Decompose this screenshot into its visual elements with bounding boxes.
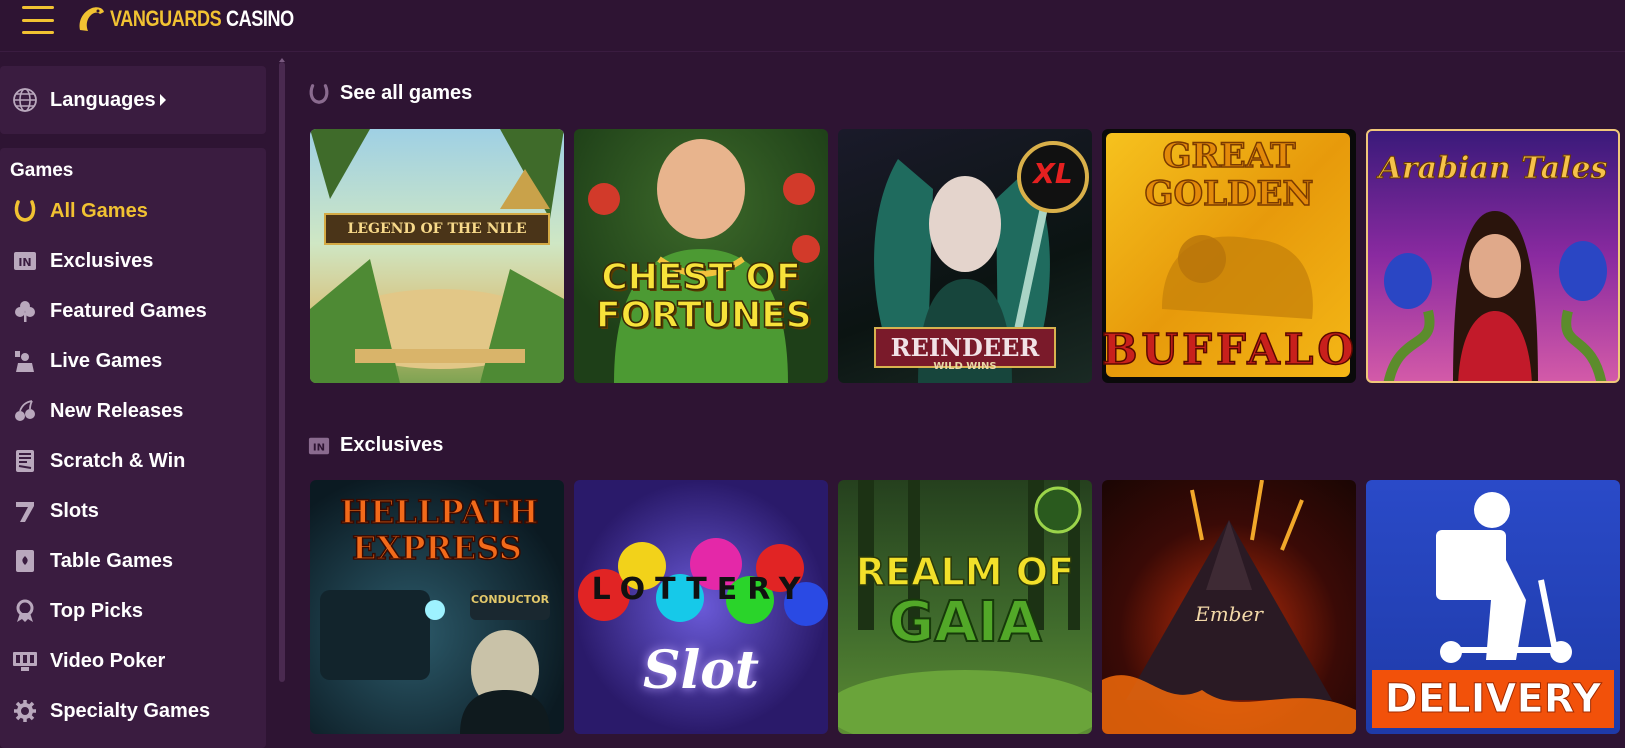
sidebar: Languages Games All Games IN Exclusives <box>0 64 268 748</box>
sidebar-item-slots[interactable]: Slots <box>0 486 266 536</box>
clover-icon <box>12 298 38 324</box>
game-tile-great-golden-buffalo[interactable]: GREAT GOLDEN BUFFALO <box>1102 129 1356 383</box>
in-badge-icon: IN <box>308 435 330 457</box>
game-tile-lottery-slot[interactable]: LOTTERY Slot <box>574 480 828 734</box>
sidebar-item-scratch-win[interactable]: Scratch & Win <box>0 436 266 486</box>
sidebar-item-label: Top Picks <box>50 599 143 622</box>
top-bar: VANGUARDS CASINO <box>0 0 1625 52</box>
seven-icon <box>12 498 38 524</box>
sidebar-scrollbar[interactable] <box>279 62 285 682</box>
section-title-exclusives[interactable]: IN Exclusives <box>308 434 443 457</box>
sidebar-item-specialty-games[interactable]: Specialty Games <box>0 686 266 736</box>
game-title: CHEST OF FORTUNES <box>595 257 812 336</box>
game-subtitle: CONDUCTOR <box>470 593 550 606</box>
sidebar-item-label: New Releases <box>50 399 184 422</box>
sidebar-item-label: Table Games <box>50 549 174 572</box>
game-title: DELIVERY <box>1372 670 1614 728</box>
dealer-icon <box>12 348 38 374</box>
xl-badge: XL <box>1033 157 1073 190</box>
sidebar-item-all-games[interactable]: All Games <box>0 186 266 236</box>
brand-logo[interactable]: VANGUARDS CASINO <box>76 2 308 36</box>
award-ribbon-icon <box>12 598 38 624</box>
games-nav: Games All Games IN Exclusives Featured G… <box>0 148 266 748</box>
sidebar-item-table-games[interactable]: Table Games <box>0 536 266 586</box>
game-subtitle: GAIA <box>887 589 1042 656</box>
in-badge-icon: IN <box>12 248 38 274</box>
svg-text:IN: IN <box>18 256 31 269</box>
game-title: REALM OF <box>855 549 1075 595</box>
games-heading: Games <box>10 160 74 181</box>
game-tile-delivery[interactable]: DELIVERY <box>1366 480 1620 734</box>
horseshoe-icon <box>308 83 330 105</box>
languages-selector[interactable]: Languages <box>0 66 266 134</box>
svg-text:IN: IN <box>313 442 325 453</box>
sidebar-item-label: Slots <box>50 499 99 522</box>
cherry-icon <box>12 398 38 424</box>
languages-label: Languages <box>50 88 156 111</box>
game-subtitle: BUFFALO <box>1102 324 1356 375</box>
game-tile-chest-of-fortunes[interactable]: CHEST OF FORTUNES <box>574 129 828 383</box>
sidebar-item-label: Featured Games <box>50 299 207 322</box>
horse-logo-icon <box>79 7 104 32</box>
sidebar-item-exclusives[interactable]: IN Exclusives <box>0 236 266 286</box>
game-title: Arabian Tales <box>1378 151 1608 187</box>
globe-icon <box>13 88 37 112</box>
game-subtitle: WILD WINS <box>933 361 997 372</box>
game-tile-legend-of-the-nile[interactable]: LEGEND OF THE NILE <box>310 129 564 383</box>
gear-icon <box>12 698 38 724</box>
sidebar-item-label: Exclusives <box>50 249 154 272</box>
game-title: GREAT GOLDEN <box>1144 136 1315 214</box>
game-tile-arabian-tales[interactable]: Arabian Tales <box>1366 129 1620 383</box>
sidebar-item-label: Live Games <box>50 349 163 372</box>
sidebar-item-label: Video Poker <box>50 649 166 672</box>
sidebar-item-top-picks[interactable]: Top Picks <box>0 586 266 636</box>
game-title: Ember <box>1195 602 1263 626</box>
game-tile-ember[interactable]: Ember <box>1102 480 1356 734</box>
brand-name-part2: CASINO <box>225 6 294 31</box>
game-tile-realm-of-gaia[interactable]: REALM OF GAIA <box>838 480 1092 734</box>
horseshoe-icon <box>12 198 38 224</box>
sidebar-item-label: Specialty Games <box>50 699 211 722</box>
game-tile-reindeer-wild-wins[interactable]: XL REINDEER WILD WINS <box>838 129 1092 383</box>
section-title-label: See all games <box>340 82 473 104</box>
sidebar-item-label: Scratch & Win <box>50 449 186 472</box>
section-title-label: Exclusives <box>340 434 444 456</box>
game-title: LEGEND OF THE NILE <box>324 213 550 245</box>
sidebar-item-featured-games[interactable]: Featured Games <box>0 286 266 336</box>
sidebar-item-new-releases[interactable]: New Releases <box>0 386 266 436</box>
game-title: HELLPATH EXPRESS <box>339 493 539 567</box>
tile-row-exclusives: HELLPATH EXPRESS CONDUCTOR LOTTERY Slot … <box>310 480 1620 734</box>
menu-icon[interactable] <box>22 6 54 34</box>
sidebar-item-label: All Games <box>50 199 148 222</box>
scratch-ticket-icon <box>12 448 38 474</box>
section-title-see-all[interactable]: See all games <box>308 82 472 105</box>
game-art <box>588 139 820 383</box>
video-poker-icon <box>12 648 38 674</box>
sidebar-item-live-games[interactable]: Live Games <box>0 336 266 386</box>
game-subtitle: Slot <box>642 640 759 701</box>
sidebar-item-video-poker[interactable]: Video Poker <box>0 636 266 686</box>
tile-row-all-games: LEGEND OF THE NILE CHEST OF FORTUNES XL … <box>310 129 1620 383</box>
game-tile-hellpath-express[interactable]: HELLPATH EXPRESS CONDUCTOR <box>310 480 564 734</box>
game-title: LOTTERY <box>591 572 811 607</box>
brand-name-part1: VANGUARDS <box>110 6 222 31</box>
playing-card-icon <box>12 548 38 574</box>
caret-right-icon <box>159 94 166 106</box>
game-art <box>310 129 564 383</box>
